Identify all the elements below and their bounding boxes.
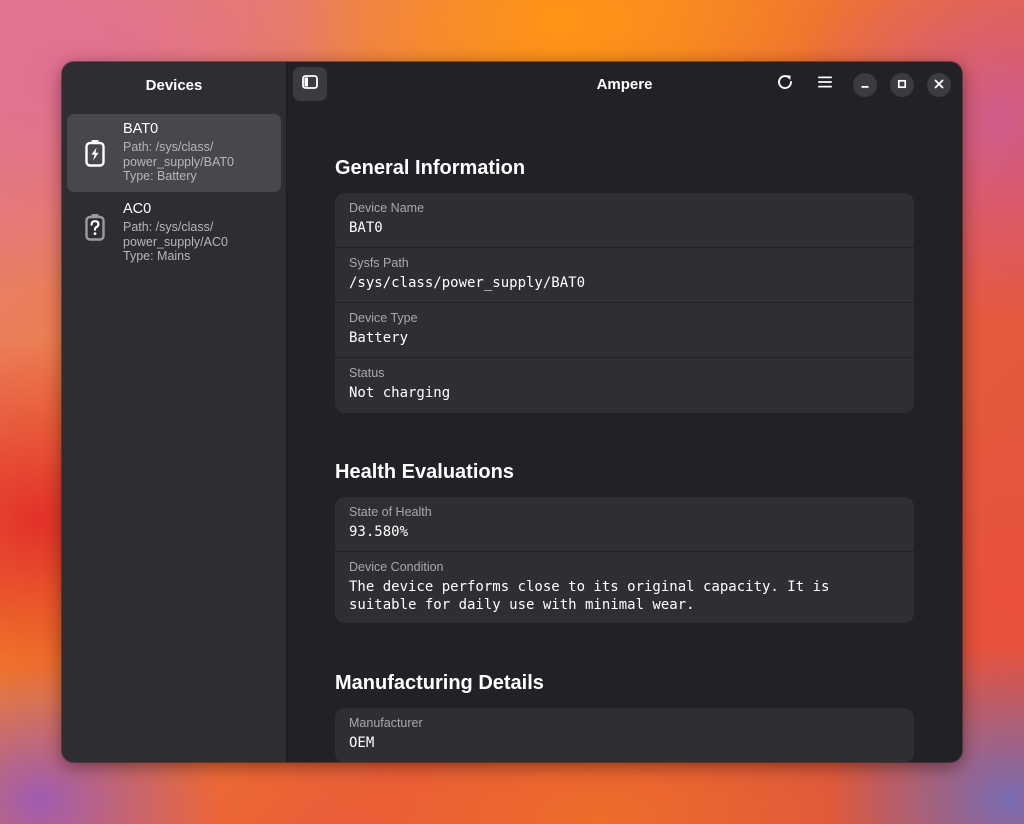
row-value: 93.580% — [349, 524, 409, 540]
maximize-button[interactable] — [890, 73, 914, 97]
row-value: The device performs close to its origina… — [349, 579, 830, 613]
main-menu-button[interactable] — [808, 67, 842, 101]
battery-unknown-icon — [67, 213, 123, 241]
device-path-line1: Path: /sys/class/ — [123, 220, 214, 234]
main-pane: Ampere General Information Device Name B… — [287, 62, 962, 762]
info-row-device-condition: Device Condition The device performs clo… — [335, 552, 914, 623]
row-label: Manufacturer — [349, 716, 423, 730]
row-value: OEM — [349, 735, 375, 751]
info-row-sysfs-path: Sysfs Path /sys/class/power_supply/BAT0 — [335, 248, 914, 303]
device-path-line2: power_supply/BAT0 — [123, 154, 234, 169]
device-list: BAT0 Path: /sys/class/ power_supply/BAT0… — [62, 108, 286, 268]
device-type: Type: Mains — [123, 249, 191, 263]
health-evaluations-card: State of Health 93.580% Device Condition… — [335, 497, 914, 623]
general-information-card: Device Name BAT0 Sysfs Path /sys/class/p… — [335, 193, 914, 413]
row-value: Battery — [349, 330, 409, 346]
row-value: Not charging — [349, 385, 451, 401]
sidebar-title: Devices — [145, 76, 203, 94]
app-window: Devices BAT0 Path: /sys/class/ power_sup… — [62, 62, 962, 762]
battery-charging-icon — [67, 139, 123, 167]
health-evaluations-section: Health Evaluations State of Health 93.58… — [335, 460, 914, 623]
device-type: Type: Battery — [123, 169, 197, 183]
minimize-icon — [860, 76, 870, 94]
info-row-state-of-health: State of Health 93.580% — [335, 497, 914, 552]
row-label: Device Condition — [349, 560, 444, 574]
device-path-line2: power_supply/AC0 — [123, 234, 228, 249]
row-label: Device Name — [349, 201, 425, 215]
row-value: BAT0 — [349, 220, 383, 236]
device-item-bat0[interactable]: BAT0 Path: /sys/class/ power_supply/BAT0… — [67, 114, 281, 192]
info-row-device-name: Device Name BAT0 — [335, 193, 914, 248]
refresh-icon — [776, 73, 794, 96]
menu-icon — [817, 75, 833, 94]
section-title: General Information — [335, 157, 526, 179]
row-label: Device Type — [349, 311, 418, 325]
manufacturing-details-section: Manufacturing Details Manufacturer OEM — [335, 671, 914, 762]
close-button[interactable] — [927, 73, 951, 97]
maximize-icon — [897, 76, 907, 94]
section-title: Manufacturing Details — [335, 672, 544, 694]
general-information-section: General Information Device Name BAT0 Sys… — [335, 156, 914, 413]
device-name: BAT0 — [123, 121, 159, 137]
row-label: Status — [349, 366, 385, 380]
sidebar: Devices BAT0 Path: /sys/class/ power_sup… — [62, 62, 287, 762]
info-row-status: Status Not charging — [335, 358, 914, 413]
close-icon — [934, 76, 944, 94]
row-label: Sysfs Path — [349, 256, 409, 270]
info-row-manufacturer: Manufacturer OEM — [335, 708, 914, 762]
details-content[interactable]: General Information Device Name BAT0 Sys… — [287, 108, 962, 762]
device-name: AC0 — [123, 201, 152, 217]
header-bar: Ampere — [287, 62, 962, 108]
section-title: Health Evaluations — [335, 461, 514, 483]
refresh-button[interactable] — [768, 67, 802, 101]
device-item-ac0[interactable]: AC0 Path: /sys/class/ power_supply/AC0 T… — [67, 194, 281, 263]
row-value: /sys/class/power_supply/BAT0 — [349, 275, 586, 291]
info-row-device-type: Device Type Battery — [335, 303, 914, 358]
device-path-line1: Path: /sys/class/ — [123, 140, 214, 154]
minimize-button[interactable] — [853, 73, 877, 97]
manufacturing-details-card: Manufacturer OEM — [335, 708, 914, 762]
row-label: State of Health — [349, 505, 432, 519]
